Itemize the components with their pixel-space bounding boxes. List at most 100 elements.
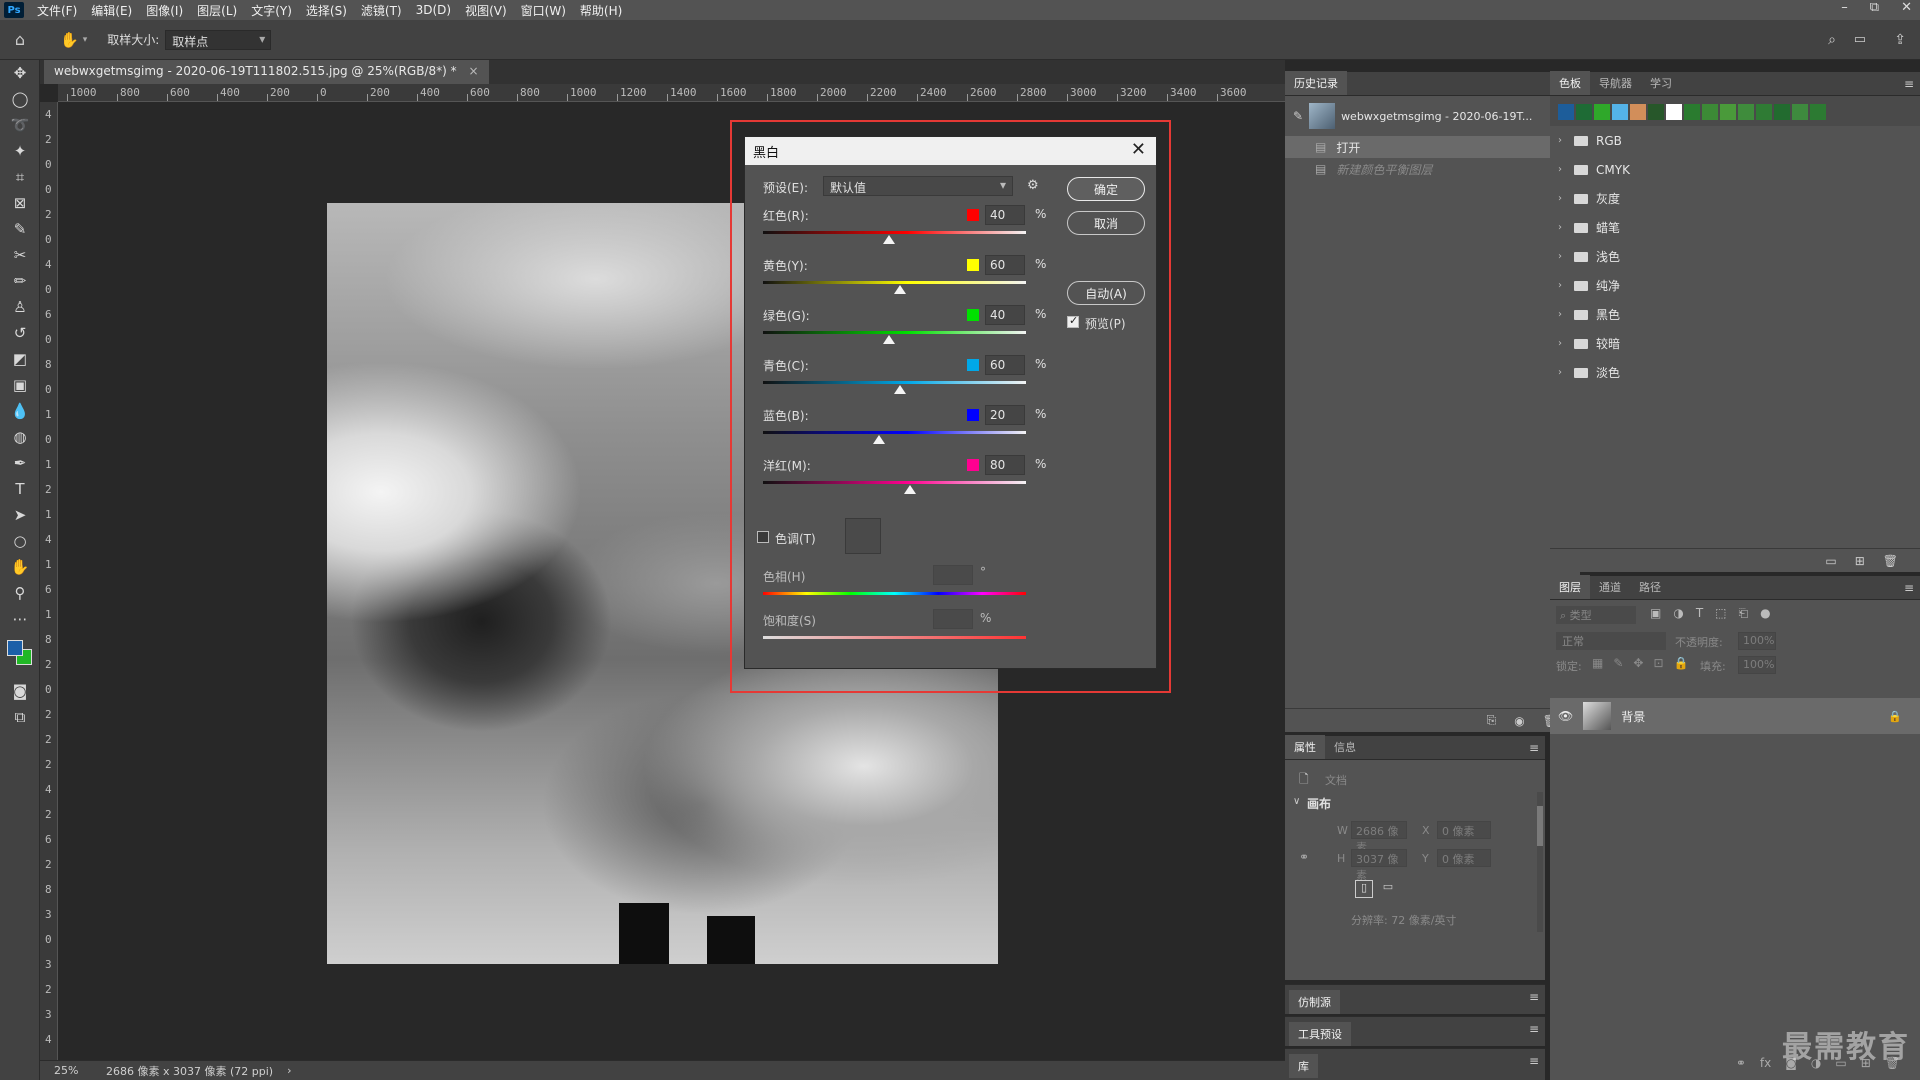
saturation-input[interactable] — [933, 609, 973, 629]
tab-libraries[interactable]: 库 — [1289, 1054, 1318, 1078]
home-icon[interactable]: ⌂ — [0, 30, 40, 49]
sample-size-select[interactable]: 取样点 ▾ — [165, 29, 272, 50]
color-swatches[interactable] — [0, 632, 39, 678]
opacity-input[interactable]: 100% — [1738, 632, 1776, 650]
panel-menu-icon[interactable]: ≡ — [1904, 77, 1914, 91]
channel-slider-thumb[interactable] — [893, 285, 906, 294]
swatch-folder[interactable]: › 淡色 — [1550, 358, 1920, 387]
preset-select[interactable]: 默认值 ▾ — [823, 176, 1013, 196]
lock-transparent-icon[interactable]: ▦ — [1592, 656, 1603, 670]
crop-tool-icon[interactable]: ⌗ — [0, 164, 40, 190]
tint-checkbox[interactable] — [757, 531, 769, 543]
color-swatch[interactable] — [1792, 104, 1808, 120]
healing-tool-icon[interactable]: ✂ — [0, 242, 40, 268]
color-swatch[interactable] — [1666, 104, 1682, 120]
channel-slider-track[interactable] — [763, 231, 1026, 234]
tab-learn[interactable]: 学习 — [1641, 71, 1681, 95]
landscape-orientation-icon[interactable]: ▭ — [1379, 880, 1397, 898]
pen-tool-icon[interactable]: ✒ — [0, 450, 40, 476]
menu-type[interactable]: 文字(Y) — [244, 2, 299, 19]
canvas-collapse-icon[interactable]: ∨ — [1293, 796, 1300, 807]
search-icon[interactable]: ⌕ — [1828, 32, 1836, 48]
dodge-tool-icon[interactable]: ◍ — [0, 424, 40, 450]
color-swatch[interactable] — [1774, 104, 1790, 120]
swatch-folder[interactable]: › 纯净 — [1550, 271, 1920, 300]
color-swatch[interactable] — [1702, 104, 1718, 120]
eraser-tool-icon[interactable]: ◩ — [0, 346, 40, 372]
path-selection-tool-icon[interactable]: ➤ — [0, 502, 40, 528]
more-tools-icon[interactable]: ⋯ — [0, 606, 40, 632]
menu-file[interactable]: 文件(F) — [30, 2, 84, 19]
gradient-tool-icon[interactable]: ▣ — [0, 372, 40, 398]
panel-menu-icon[interactable]: ≡ — [1904, 581, 1914, 595]
color-swatch[interactable] — [1684, 104, 1700, 120]
close-window-button[interactable]: ✕ — [1901, 0, 1912, 15]
channel-slider-thumb[interactable] — [883, 235, 896, 244]
channel-value-input[interactable]: 60 — [985, 355, 1025, 375]
quick-mask-icon[interactable]: ◙ — [0, 678, 40, 704]
swatch-folder[interactable]: › 黑色 — [1550, 300, 1920, 329]
shape-filter-icon[interactable]: ⬚ — [1715, 606, 1726, 621]
new-swatch-icon[interactable]: ⊞ — [1855, 554, 1865, 568]
auto-button[interactable]: 自动(A) — [1067, 281, 1145, 305]
scrollbar-thumb[interactable] — [1537, 806, 1543, 846]
tab-properties[interactable]: 属性 — [1285, 735, 1325, 759]
color-swatch[interactable] — [1810, 104, 1826, 120]
smart-object-filter-icon[interactable]: ⎗ — [1739, 606, 1749, 621]
chevron-right-icon[interactable]: › — [1558, 251, 1570, 262]
ok-button[interactable]: 确定 — [1067, 177, 1145, 201]
close-tab-icon[interactable]: × — [468, 64, 478, 78]
tab-tool-presets[interactable]: 工具预设 — [1289, 1022, 1351, 1046]
tab-swatches[interactable]: 色板 — [1550, 71, 1590, 95]
blur-tool-icon[interactable]: 💧 — [0, 398, 40, 424]
eye-visibility-icon[interactable]: 👁 — [1558, 709, 1573, 723]
chevron-right-icon[interactable]: › — [1558, 222, 1570, 233]
panel-menu-icon[interactable]: ≡ — [1529, 1022, 1539, 1036]
minimize-button[interactable]: – — [1841, 0, 1848, 15]
tab-info[interactable]: 信息 — [1325, 735, 1365, 759]
magic-wand-tool-icon[interactable]: ✦ — [0, 138, 40, 164]
zoom-tool-icon[interactable]: ⚲ — [0, 580, 40, 606]
link-dimensions-icon[interactable]: ⚭ — [1299, 850, 1309, 864]
lasso-tool-icon[interactable]: ➰ — [0, 112, 40, 138]
layer-filter-input[interactable]: ⌕ 类型 — [1556, 606, 1636, 624]
hue-input[interactable] — [933, 565, 973, 585]
fx-icon[interactable]: fx — [1760, 1056, 1771, 1076]
zoom-level[interactable]: 25% — [54, 1064, 92, 1077]
swatch-folder[interactable]: › 浅色 — [1550, 242, 1920, 271]
color-swatch[interactable] — [1630, 104, 1646, 120]
color-swatch[interactable] — [1756, 104, 1772, 120]
brush-tool-icon[interactable]: ✏ — [0, 268, 40, 294]
history-item[interactable]: ▤ 新建颜色平衡图层 — [1285, 158, 1580, 180]
type-filter-icon[interactable]: T — [1696, 606, 1703, 621]
channel-value-input[interactable]: 80 — [985, 455, 1025, 475]
hand-tool-icon[interactable]: ✋ — [0, 554, 40, 580]
channel-slider-thumb[interactable] — [893, 385, 906, 394]
tint-color-swatch[interactable] — [845, 518, 881, 554]
menu-layer[interactable]: 图层(L) — [190, 2, 244, 19]
status-menu-arrow-icon[interactable]: › — [287, 1064, 291, 1077]
screen-mode-icon[interactable]: ⧉ — [0, 704, 40, 730]
saturation-slider-track[interactable] — [763, 636, 1026, 639]
channel-slider-thumb[interactable] — [872, 435, 885, 444]
eyedropper-tool-icon[interactable]: ✋ — [60, 31, 79, 49]
preview-checkbox[interactable] — [1067, 314, 1079, 328]
lock-position-icon[interactable]: ✥ — [1633, 656, 1643, 670]
menu-image[interactable]: 图像(I) — [139, 2, 190, 19]
color-swatch[interactable] — [1738, 104, 1754, 120]
chevron-right-icon[interactable]: › — [1558, 135, 1570, 146]
panel-menu-icon[interactable]: ≡ — [1529, 990, 1539, 1004]
adjustment-filter-icon[interactable]: ◑ — [1673, 606, 1683, 621]
tab-layers[interactable]: 图层 — [1550, 575, 1590, 599]
history-snapshot[interactable]: ✎ webwxgetmsgimg - 2020-06-19T... — [1285, 96, 1580, 136]
layer-row-background[interactable]: 👁 背景 🔒 — [1550, 698, 1920, 734]
swatch-folder[interactable]: › 灰度 — [1550, 184, 1920, 213]
portrait-orientation-icon[interactable]: ▯ — [1355, 880, 1373, 898]
y-input[interactable]: 0 像素 — [1437, 849, 1491, 867]
color-swatch[interactable] — [1720, 104, 1736, 120]
cancel-button[interactable]: 取消 — [1067, 211, 1145, 235]
swatch-folder[interactable]: › RGB — [1550, 126, 1920, 155]
dialog-titlebar[interactable]: 黑白 ✕ — [745, 137, 1156, 165]
channel-slider-track[interactable] — [763, 381, 1026, 384]
new-group-folder-icon[interactable]: ▭ — [1825, 554, 1836, 568]
